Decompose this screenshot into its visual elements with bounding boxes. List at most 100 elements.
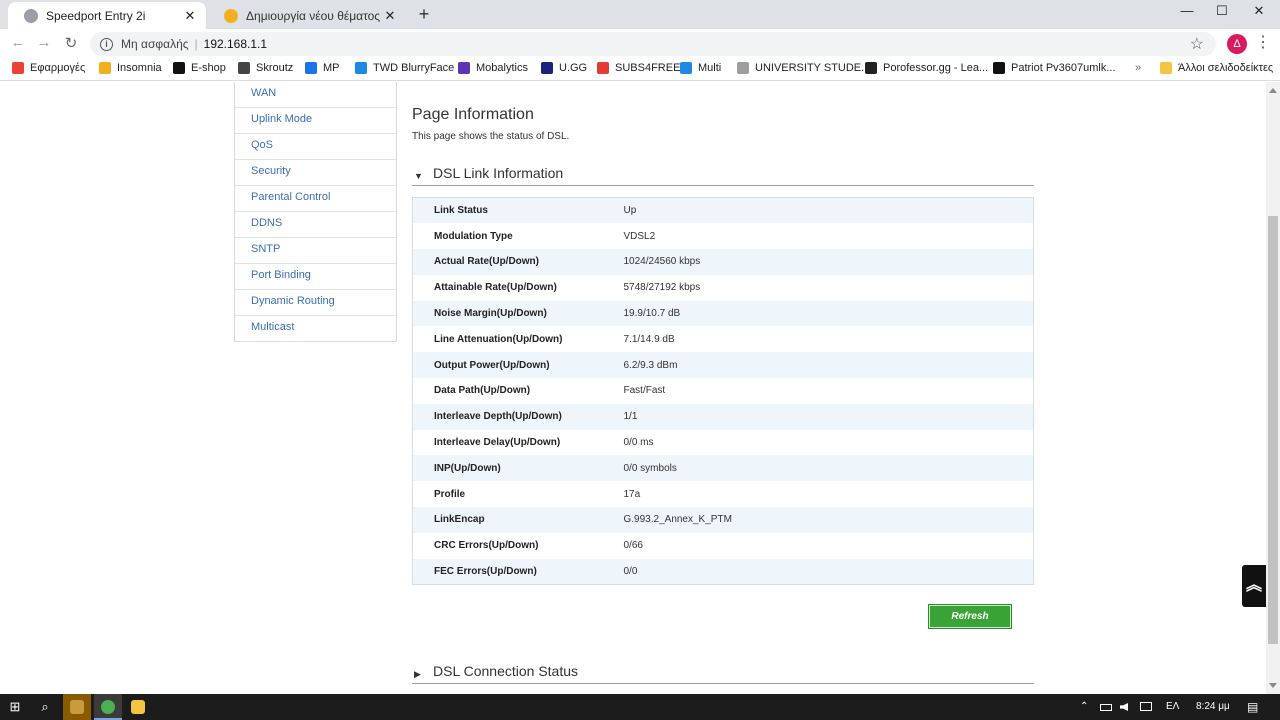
notifications-icon[interactable]: ▤	[1247, 694, 1258, 720]
tab-speedport[interactable]: Speedport Entry 2i ✕	[8, 2, 206, 29]
expand-arrow-icon: ▶	[414, 669, 421, 679]
eshop-icon	[173, 62, 185, 74]
tab-close-icon[interactable]: ✕	[382, 8, 398, 24]
table-row: Link Status Up	[412, 197, 1034, 224]
tab-strip: Speedport Entry 2i ✕ Δημιουργία νέου θέμ…	[0, 0, 1280, 29]
page-viewport: WAN Uplink Mode QoS Security Parental Co…	[0, 82, 1266, 694]
row-value: 0/0 ms	[623, 437, 654, 449]
table-row: INP(Up/Down) 0/0 symbols	[412, 455, 1034, 482]
table-row: Data Path(Up/Down) Fast/Fast	[412, 378, 1034, 404]
windows-start-icon[interactable]: ⊞	[2, 694, 28, 720]
sidebar-item-ddns[interactable]: DDNS	[235, 211, 396, 237]
new-tab-button[interactable]: +	[414, 5, 434, 25]
security-label[interactable]: Μη ασφαλής	[121, 37, 189, 51]
folder-icon	[131, 700, 145, 714]
table-row: FEC Errors(Up/Down) 0/0	[412, 558, 1034, 585]
tray-overflow-icon[interactable]: ⌃	[1080, 694, 1088, 720]
bookmark-item[interactable]: E-shop	[173, 62, 226, 74]
bookmark-item[interactable]: MP	[305, 62, 340, 74]
row-value: 0/0 symbols	[623, 462, 677, 474]
ugg-icon	[541, 62, 553, 74]
bookmark-item[interactable]: SUBS4FREE	[597, 62, 680, 74]
volume-icon[interactable]	[1120, 694, 1134, 720]
sidebar-item-qos[interactable]: QoS	[235, 133, 396, 159]
tab-close-icon[interactable]: ✕	[182, 8, 198, 24]
scroll-down-icon[interactable]	[1269, 683, 1277, 688]
sidebar-menu: WAN Uplink Mode QoS Security Parental Co…	[234, 82, 397, 342]
row-label: Modulation Type	[434, 230, 513, 242]
page-description: This page shows the status of DSL.	[412, 131, 570, 142]
minimize-button[interactable]: —	[1172, 3, 1202, 23]
search-icon[interactable]: ⌕	[32, 694, 58, 720]
folder-icon	[1160, 62, 1172, 74]
table-row: Line Attenuation(Up/Down) 7.1/14.9 dB	[412, 326, 1034, 353]
chrome-icon	[101, 700, 115, 714]
scrollbar-thumb[interactable]	[1268, 216, 1278, 644]
refresh-button[interactable]: Refresh	[928, 604, 1012, 629]
maximize-button[interactable]: ☐	[1207, 3, 1237, 23]
url-text[interactable]: 192.168.1.1	[204, 37, 267, 51]
sidebar-item-port-binding[interactable]: Port Binding	[235, 263, 396, 289]
row-label: Interleave Depth(Up/Down)	[434, 411, 562, 423]
row-label: Output Power(Up/Down)	[434, 359, 550, 371]
bookmark-item[interactable]: Multi	[680, 62, 721, 74]
bookmark-item[interactable]: Patriot Pv3607umlk...	[993, 62, 1116, 74]
tab-insomnia[interactable]: Δημιουργία νέου θέματος - Insomnia ✕	[208, 2, 406, 29]
other-bookmarks-folder[interactable]: Άλλοι σελιδοδείκτες	[1160, 62, 1273, 74]
browser-menu-icon[interactable]: ⋮	[1255, 34, 1271, 54]
scroll-up-icon[interactable]	[1269, 88, 1277, 93]
row-value: 17a	[623, 488, 641, 500]
forward-button[interactable]: →	[34, 34, 54, 54]
bookmark-item[interactable]: UNIVERSITY STUDE...	[737, 62, 870, 74]
row-label: Interleave Delay(Up/Down)	[434, 437, 561, 449]
bookmark-item[interactable]: Skroutz	[238, 62, 293, 74]
row-value: 7.1/14.9 dB	[623, 333, 675, 345]
profile-avatar[interactable]: Δ	[1227, 34, 1247, 54]
bookmark-item[interactable]: Porofessor.gg - Lea...	[865, 62, 988, 74]
table-row: Interleave Depth(Up/Down) 1/1	[412, 403, 1034, 430]
bookmark-item[interactable]: TWD BlurryFace	[355, 62, 454, 74]
language-indicator[interactable]: ΕΛ	[1166, 694, 1179, 720]
bookmark-item[interactable]: Mobalytics	[458, 62, 528, 74]
bookmark-item[interactable]: Εφαρμογές	[12, 62, 85, 74]
section-dsl-link-information[interactable]: ▼ DSL Link Information	[412, 162, 1034, 186]
taskbar-lol-app[interactable]	[63, 694, 91, 720]
page-scrollbar[interactable]	[1266, 82, 1280, 694]
mp-icon	[305, 62, 317, 74]
taskbar: ⊞ ⌕ ⌃ ΕΛ 8:24 μμ ▤	[0, 694, 1280, 720]
sidebar-item-dynamic-routing[interactable]: Dynamic Routing	[235, 289, 396, 315]
bookmark-item[interactable]: Insomnia	[99, 62, 162, 74]
bookmarks-overflow-icon[interactable]: »	[1135, 62, 1141, 74]
skroutz-icon	[238, 62, 250, 74]
row-label: Attainable Rate(Up/Down)	[434, 282, 557, 294]
row-value: 0/66	[623, 540, 643, 552]
battery-icon[interactable]	[1100, 694, 1114, 720]
sidebar-item-multicast[interactable]: Multicast	[235, 315, 396, 341]
clock[interactable]: 8:24 μμ	[1196, 694, 1230, 720]
back-to-top-button[interactable]: ︽	[1242, 565, 1266, 607]
row-value: VDSL2	[623, 230, 656, 242]
back-button[interactable]: ←	[8, 34, 28, 54]
sidebar-item-uplink-mode[interactable]: Uplink Mode	[235, 107, 396, 133]
sidebar-item-parental-control[interactable]: Parental Control	[235, 185, 396, 211]
table-row: Interleave Delay(Up/Down) 0/0 ms	[412, 429, 1034, 456]
browser-toolbar: ← → ↻ i Μη ασφαλής | 192.168.1.1 ☆ Δ ⋮	[0, 29, 1280, 59]
taskbar-explorer-app[interactable]	[124, 694, 152, 720]
info-icon[interactable]: i	[100, 37, 113, 51]
taskbar-chrome-app[interactable]	[94, 694, 122, 720]
sidebar-item-sntp[interactable]: SNTP	[235, 237, 396, 263]
reload-button[interactable]: ↻	[61, 34, 81, 54]
row-value: 1/1	[623, 411, 638, 423]
row-label: CRC Errors(Up/Down)	[434, 540, 539, 552]
window-close-button[interactable]: ✕	[1244, 3, 1274, 23]
network-icon[interactable]	[1140, 694, 1154, 720]
section-dsl-connection-status[interactable]: ▶ DSL Connection Status	[412, 660, 1034, 684]
address-bar[interactable]: i Μη ασφαλής | 192.168.1.1 ☆	[90, 32, 1216, 56]
table-row: Noise Margin(Up/Down) 19.9/10.7 dB	[412, 300, 1034, 327]
bookmark-item[interactable]: U.GG	[541, 62, 587, 74]
bookmark-star-icon[interactable]: ☆	[1190, 34, 1204, 54]
sidebar-item-security[interactable]: Security	[235, 159, 396, 185]
sidebar-item-wan[interactable]: WAN	[235, 82, 396, 107]
row-label: Link Status	[434, 205, 488, 217]
row-value: 0/0	[623, 565, 638, 577]
